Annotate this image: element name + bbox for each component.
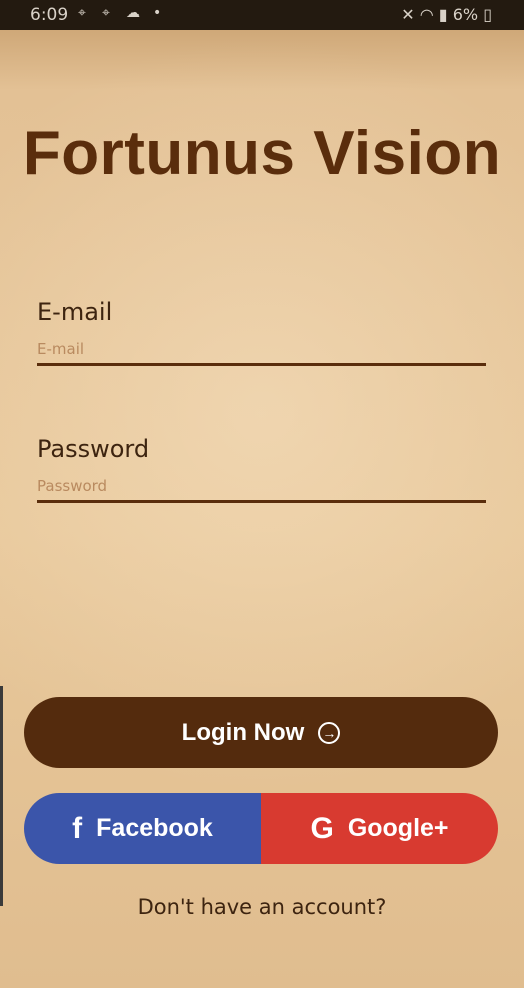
email-field[interactable] bbox=[37, 336, 486, 362]
google-login-button[interactable]: G Google+ bbox=[261, 793, 498, 864]
password-field[interactable] bbox=[37, 473, 486, 499]
mute-icon: ✕ bbox=[401, 5, 415, 24]
status-time: 6:09 bbox=[30, 5, 69, 25]
status-right: ✕ ◠ ▮ 6% ▯ bbox=[401, 5, 492, 24]
facebook-icon: f bbox=[72, 811, 83, 845]
app-title: Fortunus Vision bbox=[22, 119, 502, 188]
wifi-icon: ◠ bbox=[419, 5, 434, 24]
login-button[interactable]: Login Now → bbox=[24, 697, 498, 768]
password-label: Password bbox=[37, 435, 150, 463]
login-screen: Fortunus Vision E-mail Password Login No… bbox=[0, 30, 524, 988]
battery-percent: 6% bbox=[452, 5, 479, 24]
email-label: E-mail bbox=[37, 298, 113, 326]
signal-icon: ▮ bbox=[438, 5, 448, 24]
screenshot-icon: ⌖ bbox=[102, 5, 110, 21]
cloud-icon: ☁ bbox=[126, 5, 140, 21]
edge-panel-handle[interactable] bbox=[0, 686, 3, 906]
battery-icon: ▯ bbox=[483, 5, 492, 24]
login-button-label: Login Now bbox=[181, 718, 305, 746]
dot-icon: • bbox=[153, 5, 162, 21]
status-bar: 6:09 ⌖ ⌖ ☁ • ✕ ◠ ▮ 6% ▯ bbox=[0, 0, 524, 30]
google-icon: G bbox=[310, 811, 334, 845]
facebook-label: Facebook bbox=[96, 814, 213, 842]
facebook-login-button[interactable]: f Facebook bbox=[24, 793, 261, 864]
arrow-right-circle-icon: → bbox=[318, 721, 341, 744]
signup-link[interactable]: Don't have an account? bbox=[0, 895, 524, 919]
google-label: Google+ bbox=[347, 814, 449, 842]
social-login-group: f Facebook G Google+ bbox=[24, 793, 498, 864]
email-underline bbox=[37, 363, 486, 366]
screenshot-icon: ⌖ bbox=[78, 5, 86, 21]
password-underline bbox=[37, 500, 486, 503]
